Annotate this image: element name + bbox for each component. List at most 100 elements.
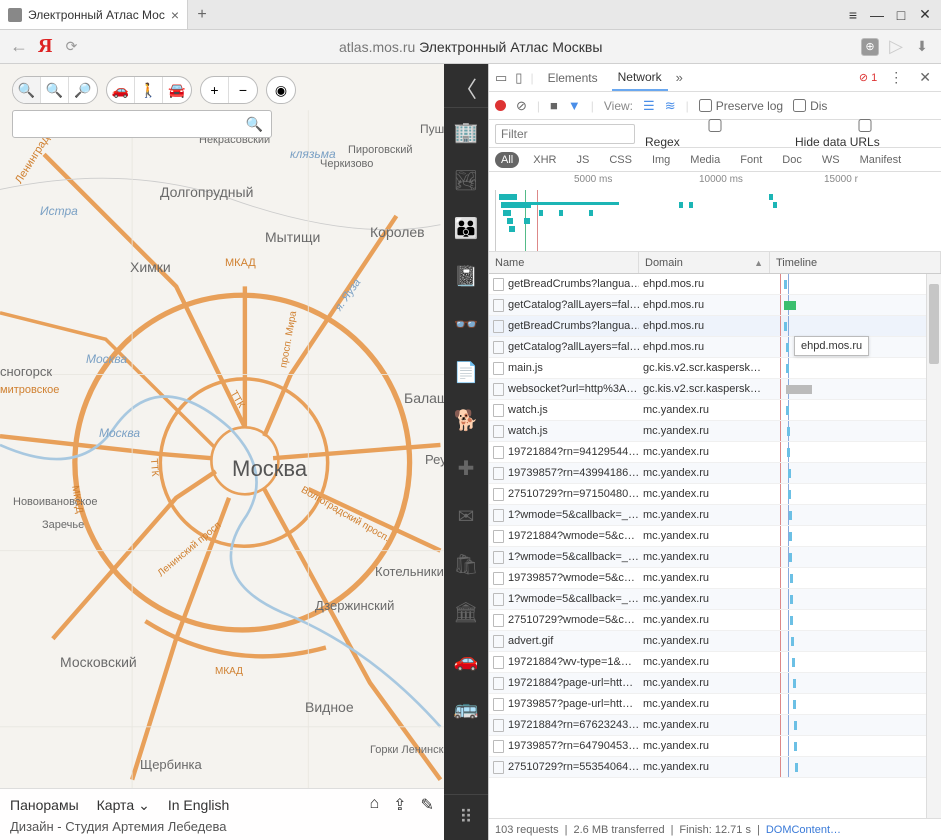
capture-icon[interactable]: ■ (550, 98, 558, 113)
category-xhr[interactable]: XHR (527, 152, 562, 168)
network-row[interactable]: 19739857?rn=43994186…mc.yandex.ru (489, 463, 941, 484)
sidebar-document-icon[interactable]: 📄 (444, 348, 488, 396)
view-large-icon[interactable]: ☰ (643, 98, 655, 114)
search-icon[interactable]: 🔍 (246, 116, 263, 133)
view-overview-icon[interactable]: ≋ (665, 98, 676, 114)
sidebar-mail-icon[interactable]: ✉ (444, 492, 488, 540)
error-badge[interactable]: ⊘ 1 (859, 71, 877, 84)
sidebar-buildings-icon[interactable]: 🏢 (444, 108, 488, 156)
sidebar-museum-icon[interactable]: 🏛 (444, 588, 488, 636)
kebab-icon[interactable]: ⋮ (885, 69, 907, 86)
network-row[interactable]: watch.jsmc.yandex.ru (489, 421, 941, 442)
network-row[interactable]: 19721884?rn=94129544…mc.yandex.ru (489, 442, 941, 463)
layer-transit-icon[interactable]: 🚘 (163, 77, 191, 103)
locate-icon[interactable]: ◉ (267, 77, 295, 103)
devtools-close-icon[interactable]: ✕ (915, 69, 935, 86)
category-font[interactable]: Font (734, 152, 768, 168)
network-row[interactable]: getCatalog?allLayers=fal…ehpd.mos.ru (489, 295, 941, 316)
filter-input[interactable] (495, 124, 635, 144)
sidebar-apps-icon[interactable]: ⠿ (444, 794, 488, 840)
network-row[interactable]: getBreadCrumbs?langua…ehpd.mos.ru (489, 274, 941, 295)
network-row[interactable]: websocket?url=http%3A…gc.kis.v2.scr.kasp… (489, 379, 941, 400)
network-row[interactable]: 27510729?rn=55354064…mc.yandex.ru (489, 757, 941, 778)
network-row[interactable]: main.jsgc.kis.v2.scr.kaspersky-la… (489, 358, 941, 379)
home-icon[interactable]: ⌂ (369, 795, 379, 815)
tab-network[interactable]: Network (612, 64, 668, 91)
scrollbar[interactable] (926, 274, 941, 818)
share-icon[interactable]: ⇪ (393, 795, 406, 815)
map-search-input[interactable] (21, 117, 246, 132)
map-canvas[interactable] (0, 64, 444, 840)
category-css[interactable]: CSS (603, 152, 638, 168)
category-media[interactable]: Media (684, 152, 726, 168)
category-img[interactable]: Img (646, 152, 676, 168)
network-row[interactable]: watch.jsmc.yandex.ru (489, 400, 941, 421)
category-all[interactable]: All (495, 152, 519, 168)
network-row[interactable]: 27510729?rn=97150480…mc.yandex.ru (489, 484, 941, 505)
sidebar-passport-icon[interactable]: 📓 (444, 252, 488, 300)
back-arrow-icon[interactable]: ← (10, 36, 28, 57)
more-tabs-icon[interactable]: » (676, 70, 683, 85)
close-window-icon[interactable]: ✕ (915, 6, 935, 23)
filter-icon[interactable]: ▼ (568, 98, 581, 113)
minus-icon[interactable]: − (229, 77, 257, 103)
scrollbar-thumb[interactable] (929, 284, 939, 364)
hide-data-urls-checkbox[interactable]: Hide data URLs (795, 119, 935, 149)
regex-checkbox[interactable]: Regex (645, 119, 785, 149)
map-search-box[interactable]: 🔍 (12, 110, 272, 138)
category-ws[interactable]: WS (816, 152, 846, 168)
ruler-icon[interactable]: ✎ (421, 795, 434, 815)
network-row[interactable]: 19721884?wmode=5&c…mc.yandex.ru (489, 526, 941, 547)
sidebar-family-icon[interactable]: 👪 (444, 204, 488, 252)
sidebar-glasses-icon[interactable]: 👓 (444, 300, 488, 348)
search-tool-icon[interactable]: 🔍 (13, 77, 41, 103)
network-row[interactable]: 1?wmode=5&callback=_…mc.yandex.ru (489, 589, 941, 610)
network-row[interactable]: 19721884?page-url=htt…mc.yandex.ru (489, 673, 941, 694)
panoramas-link[interactable]: Панорамы (10, 797, 79, 813)
maximize-icon[interactable]: □ (891, 7, 911, 23)
sidebar-bus-icon[interactable]: 🚌 (444, 684, 488, 732)
network-row[interactable]: advert.gifmc.yandex.ru (489, 631, 941, 652)
map-type-dropdown[interactable]: Карта ⌄ (97, 797, 150, 814)
network-row[interactable]: 1?wmode=5&callback=_…mc.yandex.ru (489, 547, 941, 568)
new-tab-button[interactable]: + (188, 0, 216, 29)
zoom-in-icon[interactable]: 🔍 (41, 77, 69, 103)
url-display[interactable]: atlas.mos.ru Электронный Атлас Москвы (90, 39, 851, 55)
bookmark-flag-icon[interactable]: ▷ (887, 38, 905, 56)
sidebar-back-icon[interactable]: 〈 (444, 68, 488, 108)
device-icon[interactable]: ▯ (515, 70, 522, 86)
preserve-log-checkbox[interactable]: Preserve log (699, 99, 783, 113)
reload-icon[interactable]: ⟳ (62, 38, 80, 55)
yandex-logo-icon[interactable]: Я (38, 35, 52, 58)
menu-icon[interactable]: ≡ (843, 7, 863, 23)
category-js[interactable]: JS (570, 152, 595, 168)
network-table-body[interactable]: getBreadCrumbs?langua…ehpd.mos.rugetCata… (489, 274, 941, 818)
layer-walk-icon[interactable]: 🚶 (135, 77, 163, 103)
category-manifest[interactable]: Manifest (854, 152, 908, 168)
header-timeline[interactable]: Timeline (770, 252, 941, 273)
sidebar-park-icon[interactable]: 🏞 (444, 156, 488, 204)
network-row[interactable]: getBreadCrumbs?langua…ehpd.mos.ru (489, 316, 941, 337)
header-name[interactable]: Name (489, 252, 639, 273)
sidebar-car-icon[interactable]: 🚗 (444, 636, 488, 684)
close-tab-icon[interactable]: × (171, 7, 179, 23)
layer-car-icon[interactable]: 🚗 (107, 77, 135, 103)
network-row[interactable]: 19739857?page-url=htt…mc.yandex.ru (489, 694, 941, 715)
network-row[interactable]: 27510729?wmode=5&c…mc.yandex.ru (489, 610, 941, 631)
disable-cache-checkbox[interactable]: Dis (793, 99, 827, 113)
category-doc[interactable]: Doc (776, 152, 808, 168)
header-domain[interactable]: Domain▲ (639, 252, 770, 273)
map-panel[interactable]: 🔍 🔍 🔎 🚗 🚶 🚘 + − ◉ 🔍 Москва Пушкино (0, 64, 444, 840)
network-row[interactable]: 19739857?wmode=5&c…mc.yandex.ru (489, 568, 941, 589)
zoom-out-icon[interactable]: 🔎 (69, 77, 97, 103)
network-row[interactable]: 19721884?wv-type=1&…mc.yandex.ru (489, 652, 941, 673)
minimize-icon[interactable]: — (867, 7, 887, 23)
plus-icon[interactable]: + (201, 77, 229, 103)
network-timeline[interactable]: 5000 ms 10000 ms 15000 r (489, 172, 941, 252)
network-row[interactable]: 19739857?rn=64790453…mc.yandex.ru (489, 736, 941, 757)
download-icon[interactable]: ⬇ (913, 38, 931, 56)
english-link[interactable]: In English (168, 797, 229, 813)
record-icon[interactable] (495, 100, 506, 111)
network-row[interactable]: 19721884?rn=67623243…mc.yandex.ru (489, 715, 941, 736)
sidebar-pet-icon[interactable]: 🐕 (444, 396, 488, 444)
